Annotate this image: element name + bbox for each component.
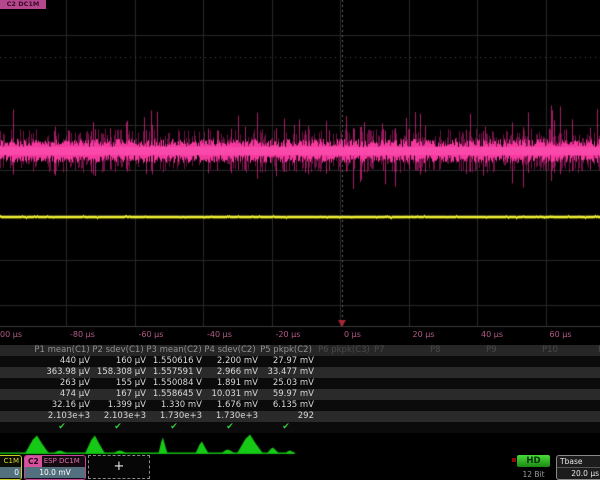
measurement-cell: 1.730e+3	[202, 411, 263, 422]
timebase-value: 20.0 µs	[557, 468, 600, 479]
measurement-cell: 2.200 mV	[202, 356, 263, 367]
measurement-column-header-unused[interactable]: P7	[370, 345, 430, 356]
measurement-cell: 1.676 mV	[202, 400, 263, 411]
channel-c1-descriptor[interactable]: C1M 0 mV	[0, 455, 22, 480]
table-row: 440 µV160 µV1.550616 V2.200 mV27.97 mV	[0, 356, 600, 367]
measurement-column-header[interactable]: P3 mean(C2)	[146, 345, 202, 356]
table-row: ✔✔✔✔✔	[0, 422, 600, 433]
measurement-cell: 1.399 µV	[90, 400, 151, 411]
measurement-cell: 1.550616 V	[146, 356, 207, 367]
table-row: 263 µV155 µV1.550084 V1.891 mV25.03 mV	[0, 378, 600, 389]
timebase-label: Tbase	[557, 456, 600, 468]
table-row: 363.98 µV158.308 µV1.557591 V2.966 mV33.…	[0, 367, 600, 378]
timebase-label-4: -20 µs	[276, 330, 301, 339]
measurement-cell: 1.557591 V	[146, 367, 207, 378]
channel-c2-descriptor[interactable]: C2 ESP DC1M 10.0 mV	[24, 455, 86, 480]
measurement-cell: 158.308 µV	[90, 367, 151, 378]
table-row: 474 µV167 µV1.558645 V10.031 mV59.97 mV	[0, 389, 600, 400]
measurement-cell: 6.135 mV	[258, 400, 319, 411]
oscilloscope-screen: C2 DC1M 00 µs -80 µs -60 µs -40 µs -20 µs 0 µ…	[0, 0, 600, 480]
measurement-status-check: ✔	[202, 422, 258, 433]
trace-annotation-badge: C2 DC1M	[0, 0, 46, 9]
measurement-column-header[interactable]: P5 pkpk(C2)	[258, 345, 314, 356]
measurement-cell: 1.891 mV	[202, 378, 263, 389]
timebase-descriptor[interactable]: Tbase 20.0 µs	[556, 455, 600, 480]
status-dot	[512, 458, 516, 462]
measurement-cell: 1.558645 V	[146, 389, 207, 400]
add-trace-button[interactable]: +	[88, 455, 150, 479]
measurement-status-check: ✔	[258, 422, 314, 433]
measurement-cell: 32.16 µV	[34, 400, 95, 411]
measurement-column-header-unused[interactable]: P6 pkpk(C3)	[314, 345, 374, 356]
measurement-cell: 160 µV	[90, 356, 151, 367]
measurement-status-check: ✔	[34, 422, 90, 433]
measurement-cell: 2.966 mV	[202, 367, 263, 378]
measurement-column-header-unused[interactable]: P9	[482, 345, 542, 356]
measurement-cell: 2.103e+3	[90, 411, 151, 422]
table-row: 2.103e+32.103e+31.730e+31.730e+3292	[0, 411, 600, 422]
measurement-status-check: ✔	[90, 422, 146, 433]
bottom-toolbar: C1M 0 mV C2 ESP DC1M 10.0 mV + HD 12 Bit…	[0, 455, 600, 480]
measurement-cell: 1.330 mV	[146, 400, 207, 411]
c2-scale-label: 10.0 mV	[25, 467, 85, 478]
measurement-cell: 440 µV	[34, 356, 95, 367]
timebase-label-1: -80 µs	[70, 330, 95, 339]
hd-bit-label: 12 Bit	[517, 470, 550, 479]
measurement-cell: 167 µV	[90, 389, 151, 400]
measurement-cell: 155 µV	[90, 378, 151, 389]
c2-coupling-label: ESP DC1M	[42, 456, 80, 467]
table-row: 32.16 µV1.399 µV1.330 mV1.676 mV6.135 mV	[0, 400, 600, 411]
timebase-label-8: 60 µs	[550, 330, 572, 339]
measurement-cell: 263 µV	[34, 378, 95, 389]
waveform-grid[interactable]	[0, 0, 600, 328]
measurement-column-header[interactable]: P2 sdev(C1)	[90, 345, 146, 356]
measurement-cell: 33.477 mV	[258, 367, 319, 378]
measurement-cell: 27.97 mV	[258, 356, 319, 367]
timebase-axis-labels: 00 µs -80 µs -60 µs -40 µs -20 µs 0 µs 20 µs 40…	[0, 329, 600, 343]
measurement-status-check: ✔	[146, 422, 202, 433]
measurement-histogram	[0, 434, 600, 455]
measurement-column-header[interactable]: P1 mean(C1)	[34, 345, 90, 356]
measurement-table[interactable]: P1 mean(C1)P2 sdev(C1)P3 mean(C2)P4 sdev…	[0, 345, 600, 433]
measurement-column-header-unused[interactable]: P10	[538, 345, 598, 356]
timebase-label-2: -60 µs	[139, 330, 164, 339]
measurement-cell: 1.550084 V	[146, 378, 207, 389]
measurement-cell: 1.730e+3	[146, 411, 207, 422]
measurement-cell: 2.103e+3	[34, 411, 95, 422]
timebase-label-6: 20 µs	[413, 330, 435, 339]
hd-mode-badge[interactable]: HD	[517, 455, 550, 467]
measurement-cell: 10.031 mV	[202, 389, 263, 400]
measurement-cell: 25.03 mV	[258, 378, 319, 389]
c1-coupling-label: C1M	[0, 456, 21, 467]
measurement-cell: 59.97 mV	[258, 389, 319, 400]
measurement-column-header-unused[interactable]: P11	[594, 345, 600, 356]
measurement-column-header-unused[interactable]: P8	[426, 345, 486, 356]
measurement-cell: 292	[258, 411, 319, 422]
timebase-label-5: 0 µs	[344, 330, 361, 339]
measurement-column-header[interactable]: P4 sdev(C2)	[202, 345, 258, 356]
table-row: P1 mean(C1)P2 sdev(C1)P3 mean(C2)P4 sdev…	[0, 345, 600, 356]
timebase-label-3: -40 µs	[207, 330, 232, 339]
timebase-label-7: 40 µs	[481, 330, 503, 339]
timebase-label-0: 00 µs	[0, 330, 22, 339]
measurement-cell: 363.98 µV	[34, 367, 95, 378]
measurement-cell: 474 µV	[34, 389, 95, 400]
c2-channel-chip: C2	[25, 456, 42, 467]
c1-scale-label: 0 mV	[0, 467, 21, 478]
